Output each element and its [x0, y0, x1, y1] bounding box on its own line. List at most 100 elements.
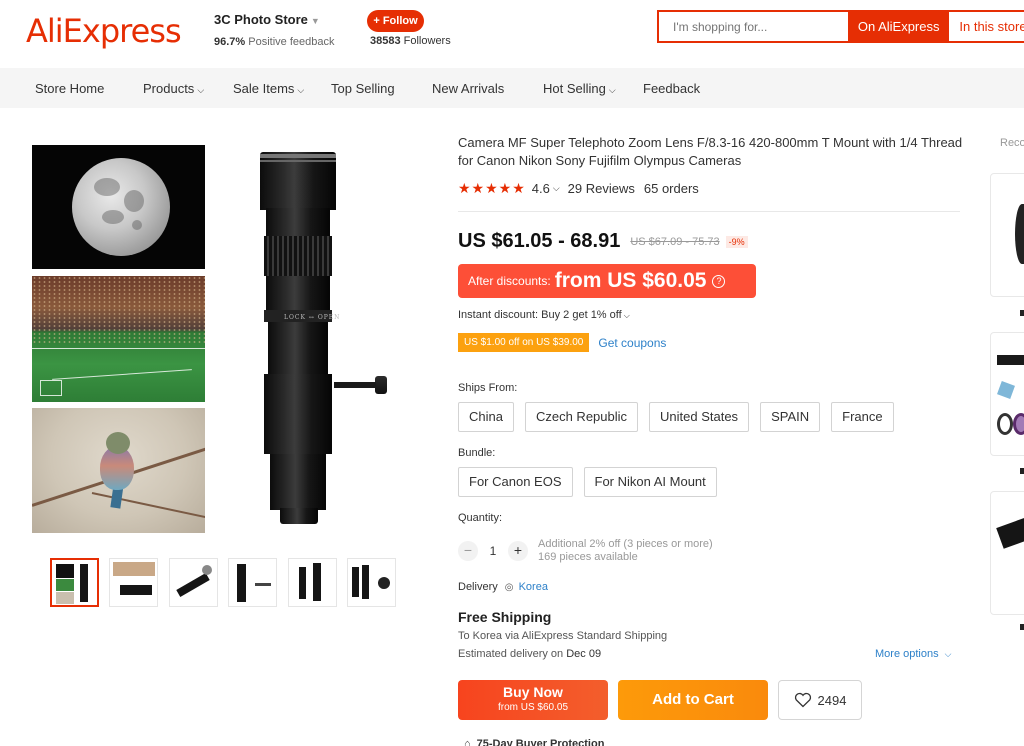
- store-name-row[interactable]: 3C Photo Store ▼: [214, 12, 334, 27]
- nav-hot-selling[interactable]: Hot Selling ⌵: [543, 81, 616, 96]
- thumbnail[interactable]: [109, 558, 158, 607]
- nav-sale-items[interactable]: Sale Items ⌵: [233, 81, 304, 96]
- decrease-quantity-button[interactable]: −: [458, 541, 478, 561]
- thumbnail[interactable]: [228, 558, 277, 607]
- reco-dot: [1020, 624, 1024, 630]
- increase-quantity-button[interactable]: +: [508, 541, 528, 561]
- more-options-link[interactable]: More options ⌵: [875, 648, 951, 660]
- quantity-stepper: − 1 + Additional 2% off (3 pieces or mor…: [458, 538, 713, 564]
- caret-down-icon[interactable]: ▼: [311, 16, 320, 26]
- after-discount-banner: After discounts: from US $60.05 ?: [458, 264, 756, 298]
- aliexpress-logo[interactable]: AliExpress: [26, 12, 182, 50]
- quantity-value[interactable]: 1: [478, 544, 508, 558]
- nav-new-arrivals[interactable]: New Arrivals: [432, 81, 504, 96]
- after-discount-price: from US $60.05: [554, 269, 707, 292]
- after-discount-label: After discounts:: [468, 274, 551, 288]
- bundle-label: Bundle:: [458, 447, 496, 459]
- search-input[interactable]: [659, 12, 848, 41]
- ship-option-france[interactable]: France: [831, 402, 894, 432]
- rating-value[interactable]: 4.6: [532, 181, 550, 196]
- nav-label: Sale Items: [233, 81, 295, 96]
- tripod-knob: [375, 376, 387, 394]
- product-main-image[interactable]: LOCK ↔ OPEN: [28, 140, 404, 540]
- recommended-item[interactable]: [990, 491, 1024, 615]
- bundle-option-canon[interactable]: For Canon EOS: [458, 467, 573, 497]
- reco-dot: [1020, 468, 1024, 474]
- reco-dot: [1020, 310, 1024, 316]
- lens-rim: [260, 154, 336, 158]
- knob-stem: [334, 382, 376, 388]
- moon-crater: [132, 220, 142, 230]
- recommended-item[interactable]: [990, 332, 1024, 456]
- chevron-down-icon: ⌵: [197, 85, 205, 95]
- rating-row: ★★★★★ 4.6 ⌵ 29 Reviews 65 orders: [458, 180, 699, 197]
- reco-filter-ring: [1013, 413, 1024, 435]
- bulk-discount-note: Additional 2% off (3 pieces or more): [538, 538, 713, 550]
- discount-badge: -9%: [725, 235, 748, 248]
- nav-products[interactable]: Products ⌵: [143, 81, 204, 96]
- stadium-photo: [32, 276, 205, 402]
- coupon-row: US $1.00 off on US $39.00 Get coupons: [458, 333, 666, 352]
- delivery-country[interactable]: Korea: [519, 581, 548, 593]
- quantity-label: Quantity:: [458, 512, 503, 524]
- location-pin-icon: ◎: [504, 582, 514, 593]
- thumbnail[interactable]: [288, 558, 337, 607]
- thumb-field: [56, 579, 74, 591]
- thumbnail[interactable]: [347, 558, 396, 607]
- chevron-down-icon: ⌵: [623, 311, 630, 320]
- thumbnail-strip: [50, 558, 400, 608]
- search-on-aliexpress-button[interactable]: On AliExpress: [847, 12, 950, 41]
- question-icon[interactable]: ?: [712, 274, 726, 288]
- store-info: 3C Photo Store ▼ 96.7% Positive feedback: [214, 12, 334, 48]
- bird-photo: [32, 408, 205, 533]
- store-feedback: 96.7% Positive feedback: [214, 36, 334, 48]
- thumbnail[interactable]: [50, 558, 99, 607]
- heart-icon: [794, 692, 811, 708]
- feedback-label: Positive feedback: [248, 36, 335, 48]
- t-mount: [280, 508, 318, 524]
- nav-label: Hot Selling: [543, 81, 606, 96]
- thumb-lens: [80, 564, 88, 602]
- ship-option-czech-republic[interactable]: Czech Republic: [524, 402, 639, 432]
- reco-product-image: [996, 517, 1024, 549]
- field-line: [32, 348, 205, 349]
- ship-option-china[interactable]: China: [458, 402, 514, 432]
- current-price: US $61.05 - 68.91: [458, 230, 621, 252]
- lens-barrel: [270, 454, 326, 510]
- thumb-lens: [176, 573, 210, 597]
- stock-available: 169 pieces available: [538, 551, 638, 563]
- followers-label: Followers: [403, 35, 451, 47]
- ship-option-united-states[interactable]: United States: [649, 402, 750, 432]
- get-coupons-link[interactable]: Get coupons: [598, 336, 666, 350]
- thumbnail[interactable]: [169, 558, 218, 607]
- lens-barrel: [266, 208, 330, 238]
- buy-now-button[interactable]: Buy Now from US $60.05: [458, 680, 608, 720]
- store-name[interactable]: 3C Photo Store: [214, 12, 308, 27]
- ship-option-spain[interactable]: SPAIN: [760, 402, 821, 432]
- chevron-down-icon: ⌵: [608, 85, 616, 95]
- chevron-down-icon[interactable]: ⌵: [553, 183, 560, 194]
- add-to-cart-button[interactable]: Add to Cart: [618, 680, 768, 720]
- buy-now-label: Buy Now: [503, 684, 563, 700]
- follow-button[interactable]: + Follow: [367, 10, 424, 32]
- buyer-protection: ⌂ 75-Day Buyer Protection: [464, 738, 604, 746]
- ships-from-options: China Czech Republic United States SPAIN…: [458, 402, 905, 432]
- recommended-item[interactable]: [990, 173, 1024, 297]
- thumb-collage: [113, 562, 155, 576]
- reviews-link[interactable]: 29 Reviews: [568, 181, 635, 196]
- thumb-bird: [56, 592, 74, 604]
- search-in-store-button[interactable]: In this store: [949, 12, 1024, 41]
- nav-feedback[interactable]: Feedback: [643, 81, 700, 96]
- bundle-option-nikon[interactable]: For Nikon AI Mount: [583, 467, 717, 497]
- nav-store-home[interactable]: Store Home: [35, 81, 104, 96]
- est-delivery-label: Estimated delivery on: [458, 648, 564, 660]
- instant-discount[interactable]: Instant discount: Buy 2 get 1% off ⌵: [458, 309, 630, 321]
- product-title: Camera MF Super Telephoto Zoom Lens F/8.…: [458, 135, 963, 168]
- wishlist-button[interactable]: 2494: [778, 680, 862, 720]
- coupon-tag[interactable]: US $1.00 off on US $39.00: [458, 333, 590, 352]
- nav-label: Products: [143, 81, 195, 96]
- lock-engraving: LOCK ↔ OPEN: [284, 314, 341, 321]
- moon-crater: [124, 190, 144, 212]
- reco-product-image: [1015, 204, 1024, 264]
- nav-top-selling[interactable]: Top Selling: [331, 81, 395, 96]
